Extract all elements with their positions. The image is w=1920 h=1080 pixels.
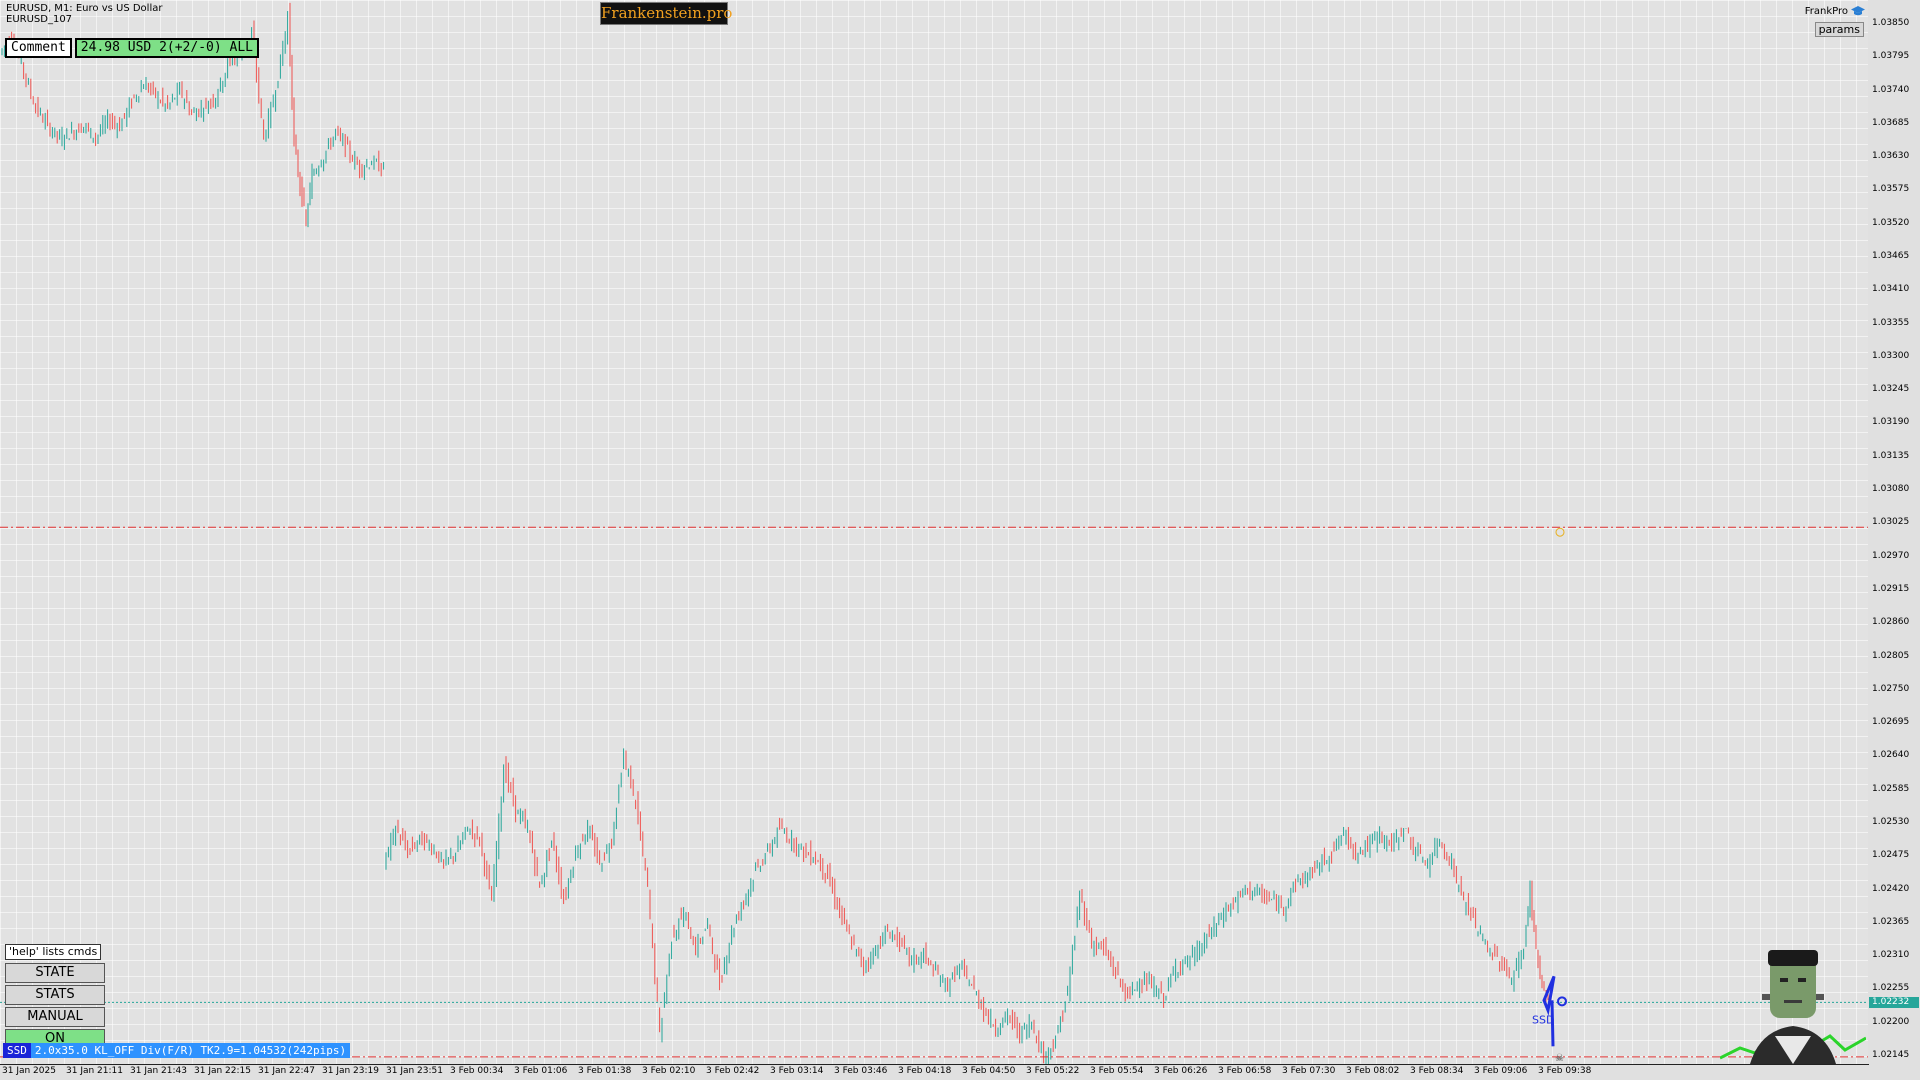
price-tick: 1.02475 — [1872, 850, 1910, 861]
frankpro-label: FrankPro — [1804, 6, 1848, 17]
time-tick: 31 Jan 23:51 — [386, 1066, 443, 1076]
price-tick: 1.02640 — [1872, 750, 1910, 761]
ssd-signal-label: SSD — [1532, 1013, 1554, 1026]
price-tick: 1.02420 — [1872, 883, 1910, 894]
price-tick: 1.02860 — [1872, 617, 1910, 628]
time-tick: 3 Feb 01:38 — [578, 1066, 632, 1076]
price-tick: 1.03410 — [1872, 284, 1910, 295]
stats-button[interactable]: STATS — [5, 985, 105, 1005]
time-tick: 3 Feb 02:10 — [642, 1066, 696, 1076]
price-tick: 1.02145 — [1872, 1050, 1910, 1060]
price-tick: 1.02200 — [1872, 1016, 1910, 1027]
time-tick: 31 Jan 23:19 — [322, 1066, 379, 1076]
signal-arrow — [1542, 975, 1556, 1047]
frankenstein-avatar-icon — [1720, 950, 1866, 1064]
state-button[interactable]: STATE — [5, 963, 105, 983]
time-tick: 3 Feb 04:50 — [962, 1066, 1016, 1076]
frankpro-label-group[interactable]: FrankPro — [1805, 6, 1865, 17]
manual-button[interactable]: MANUAL — [5, 1007, 105, 1027]
price-tick: 1.02805 — [1872, 650, 1910, 661]
brand-banner[interactable]: Frankenstein.pro — [600, 2, 732, 25]
price-tick: 1.02310 — [1872, 950, 1910, 961]
comment-value: 24.98 USD 2(+2/-0) ALL — [74, 38, 259, 58]
params-button[interactable]: params — [1814, 22, 1864, 37]
price-tick: 1.03190 — [1872, 417, 1910, 428]
time-tick: 3 Feb 01:06 — [514, 1066, 568, 1076]
price-tick: 1.03300 — [1872, 350, 1910, 361]
price-tick: 1.02970 — [1872, 550, 1910, 561]
time-tick: 3 Feb 04:18 — [898, 1066, 952, 1076]
alert-bulb-icon[interactable] — [1555, 527, 1565, 537]
price-tick: 1.03740 — [1872, 84, 1910, 95]
time-tick: 31 Jan 22:47 — [258, 1066, 315, 1076]
price-tick: 1.03355 — [1872, 317, 1910, 328]
time-tick: 3 Feb 03:14 — [770, 1066, 824, 1076]
time-tick: 3 Feb 08:34 — [1410, 1066, 1464, 1076]
signal-marker — [1557, 996, 1567, 1007]
price-tick: 1.03575 — [1872, 184, 1910, 195]
time-tick: 3 Feb 09:06 — [1474, 1066, 1528, 1076]
account-line: EURUSD_107 — [6, 14, 73, 25]
command-panel: 'help' lists cmds STATE STATS MANUAL ON — [5, 944, 105, 1049]
price-tick: 1.03135 — [1872, 450, 1910, 461]
price-tick: 1.02530 — [1872, 816, 1910, 827]
price-tick: 1.02585 — [1872, 783, 1910, 794]
ssd-status-text: 2.0x35.0 KL_OFF Div(F/R) TK2.9=1.04532(2… — [30, 1043, 351, 1058]
time-tick: 31 Jan 21:43 — [130, 1066, 187, 1076]
time-tick: 3 Feb 06:58 — [1218, 1066, 1272, 1076]
ssd-tag: SSD — [3, 1043, 31, 1058]
time-tick: 3 Feb 03:46 — [834, 1066, 888, 1076]
help-hint: 'help' lists cmds — [5, 944, 102, 960]
time-tick: 3 Feb 00:34 — [450, 1066, 504, 1076]
price-tick: 1.02915 — [1872, 583, 1910, 594]
current-price-marker: 1.02232 — [1869, 997, 1919, 1009]
time-tick: 3 Feb 07:30 — [1282, 1066, 1336, 1076]
time-tick: 3 Feb 02:42 — [706, 1066, 760, 1076]
price-tick: 1.03025 — [1872, 517, 1910, 528]
price-tick: 1.02695 — [1872, 717, 1910, 728]
chart-overlay-svg: SSD ☠ — [0, 526, 1868, 1064]
time-tick: 3 Feb 06:26 — [1154, 1066, 1208, 1076]
symbol-line: EURUSD, M1: Euro vs US Dollar — [6, 3, 163, 14]
price-tick: 1.02365 — [1872, 916, 1910, 927]
comment-row: Comment 24.98 USD 2(+2/-0) ALL — [5, 38, 259, 58]
comment-label: Comment — [5, 38, 72, 58]
time-tick: 3 Feb 05:54 — [1090, 1066, 1144, 1076]
price-chart[interactable]: SSD ☠ — [0, 0, 1869, 1065]
price-tick: 1.03630 — [1872, 151, 1910, 162]
chart-symbol-title: EURUSD, M1: Euro vs US Dollar EURUSD_107 — [6, 3, 162, 25]
ssd-status-bar: SSD 2.0x35.0 KL_OFF Div(F/R) TK2.9=1.045… — [3, 1043, 351, 1058]
stop-loss-icon: ☠ — [1555, 1053, 1564, 1064]
price-tick: 1.02255 — [1872, 983, 1910, 994]
price-tick: 1.03080 — [1872, 484, 1910, 495]
price-tick: 1.03520 — [1872, 217, 1910, 228]
price-tick: 1.03685 — [1872, 117, 1910, 128]
price-tick: 1.03245 — [1872, 384, 1910, 395]
time-tick: 31 Jan 22:15 — [194, 1066, 251, 1076]
time-tick: 31 Jan 21:11 — [66, 1066, 123, 1076]
time-tick: 3 Feb 08:02 — [1346, 1066, 1400, 1076]
graduation-cap-icon — [1851, 6, 1865, 16]
time-tick: 31 Jan 2025 — [2, 1066, 56, 1076]
time-tick: 3 Feb 09:38 — [1538, 1066, 1592, 1076]
price-tick: 1.02750 — [1872, 683, 1910, 694]
price-tick: 1.03795 — [1872, 51, 1910, 62]
time-tick: 3 Feb 05:22 — [1026, 1066, 1080, 1076]
price-tick: 1.03850 — [1872, 18, 1910, 28]
price-tick: 1.03465 — [1872, 251, 1910, 262]
